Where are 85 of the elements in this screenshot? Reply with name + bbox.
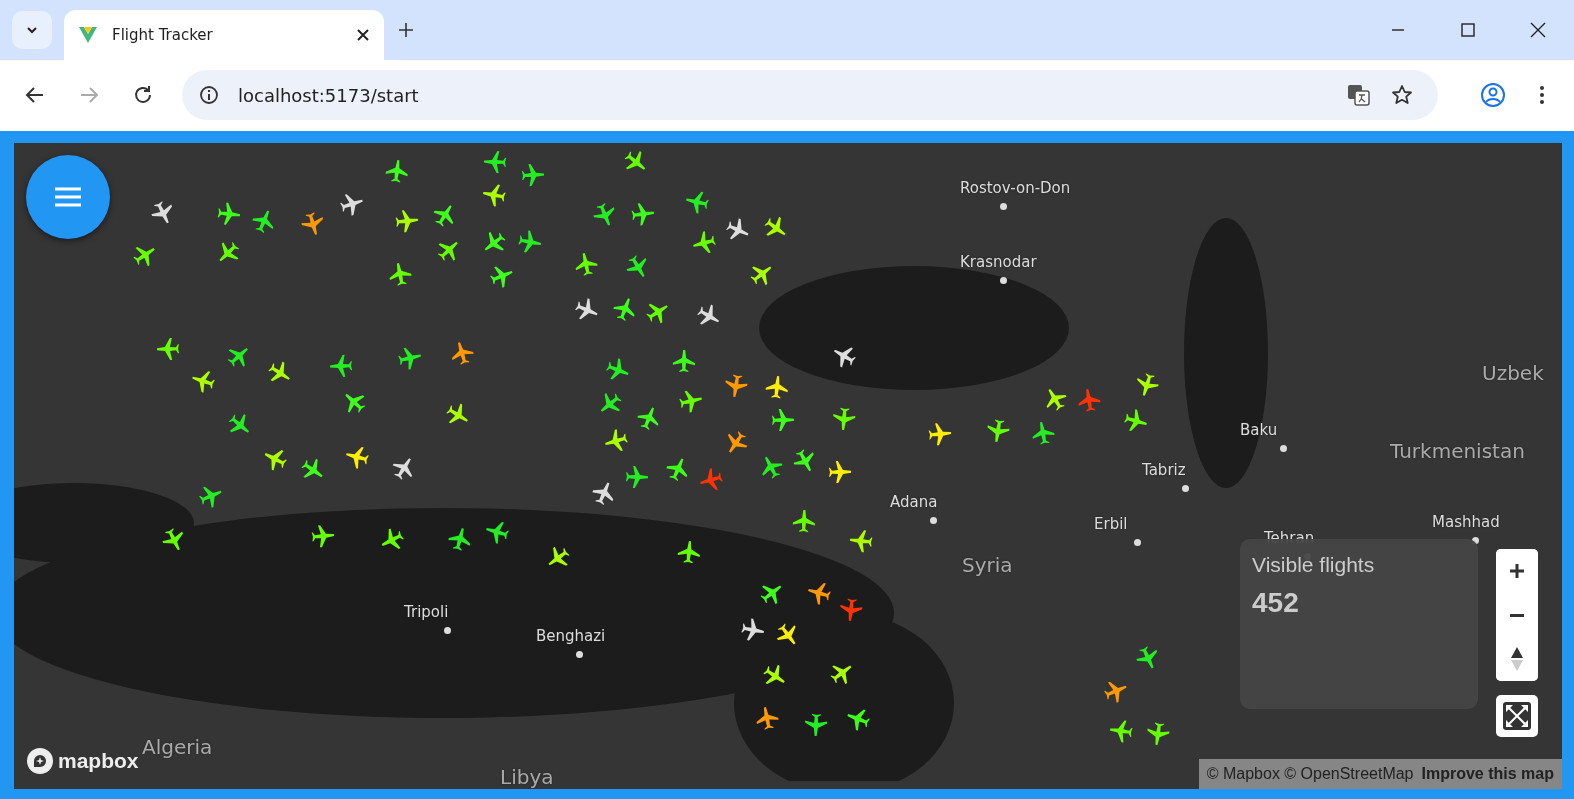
country-label: Algeria: [142, 735, 213, 759]
city-label: Tabriz: [1142, 461, 1186, 479]
airplane-icon[interactable]: [446, 525, 473, 552]
flight-count: 452: [1252, 587, 1299, 619]
attribution-text: © Mapbox © OpenStreetMap: [1206, 765, 1414, 783]
city-label: Krasnodar: [960, 253, 1037, 271]
airplane-icon[interactable]: [830, 406, 857, 433]
minus-icon: [1510, 613, 1524, 617]
airplane-icon[interactable]: [483, 519, 510, 546]
airplane-icon[interactable]: [517, 228, 544, 255]
airplane-icon[interactable]: [519, 161, 546, 188]
city-label: Baku: [1240, 421, 1278, 439]
airplane-icon[interactable]: [624, 464, 651, 491]
city-label: Tehran: [1264, 529, 1315, 547]
airplane-icon[interactable]: [309, 522, 336, 549]
airplane-icon[interactable]: [671, 348, 698, 375]
airplane-icon[interactable]: [327, 352, 354, 379]
airplane-icon[interactable]: [383, 157, 410, 184]
plus-icon: [1508, 562, 1526, 580]
country-label: Turkmenistan: [1390, 439, 1525, 463]
airplane-icon[interactable]: [763, 374, 790, 401]
url-text: localhost:5173/start: [238, 84, 419, 106]
airplane-icon[interactable]: [769, 407, 796, 434]
airplane-icon[interactable]: [985, 418, 1012, 444]
airplane-icon[interactable]: [1123, 407, 1150, 434]
airplane-icon[interactable]: [215, 201, 242, 228]
airplane-icon[interactable]: [344, 444, 371, 471]
airplane-icon[interactable]: [387, 260, 413, 287]
more-menu-icon[interactable]: [1538, 84, 1546, 106]
city-marker-icon: [1000, 277, 1007, 284]
browser-tab[interactable]: Flight Tracker: [64, 10, 384, 60]
airplane-icon[interactable]: [826, 459, 853, 486]
airplane-icon[interactable]: [803, 711, 830, 738]
star-icon[interactable]: [1390, 83, 1414, 107]
city-marker-icon: [576, 651, 583, 658]
country-label: Libya: [500, 765, 554, 789]
airplane-icon[interactable]: [573, 251, 600, 277]
close-icon[interactable]: [1530, 22, 1546, 38]
city-marker-icon: [1182, 485, 1189, 492]
address-bar[interactable]: localhost:5173/start: [182, 70, 1438, 120]
airplane-icon[interactable]: [678, 388, 705, 414]
profile-icon[interactable]: [1480, 82, 1506, 108]
compass-icon: [1510, 646, 1524, 672]
city-marker-icon: [444, 627, 451, 634]
city-label: Rostov-on-Don: [960, 179, 1071, 197]
airplane-icon[interactable]: [393, 207, 420, 234]
fullscreen-icon: [1502, 701, 1532, 731]
city-label: Mashhad: [1432, 513, 1500, 531]
panel-title: Visible flights: [1252, 553, 1375, 577]
city-label: Benghazi: [536, 627, 606, 645]
country-label: Syria: [962, 553, 1013, 577]
airplane-icon[interactable]: [449, 340, 476, 367]
city-marker-icon: [1134, 539, 1141, 546]
city-marker-icon: [1280, 445, 1287, 452]
airplane-icon[interactable]: [683, 189, 710, 215]
maximize-icon[interactable]: [1460, 22, 1476, 38]
airplane-icon[interactable]: [630, 201, 657, 228]
translate-icon[interactable]: [1346, 82, 1372, 108]
city-label: Tripoli: [404, 603, 449, 621]
city-label: Erbil: [1094, 515, 1128, 533]
city-marker-icon: [930, 517, 937, 524]
mapbox-logo-text: mapbox: [58, 749, 139, 773]
reload-icon[interactable]: [132, 84, 154, 106]
airplane-icon[interactable]: [154, 335, 181, 362]
fullscreen-button[interactable]: [1496, 695, 1538, 737]
airplane-icon[interactable]: [480, 182, 507, 209]
mapbox-logo-icon: [26, 747, 54, 775]
country-label: Uzbek: [1482, 361, 1544, 385]
info-icon[interactable]: [198, 84, 220, 106]
tab-title: Flight Tracker: [112, 26, 214, 44]
airplane-icon[interactable]: [740, 616, 766, 643]
airplane-icon[interactable]: [1108, 718, 1135, 745]
airplane-icon[interactable]: [1144, 720, 1171, 747]
menu-icon: [53, 186, 83, 208]
airplane-icon[interactable]: [481, 149, 508, 175]
close-icon[interactable]: [356, 28, 370, 42]
new-tab-icon[interactable]: [398, 22, 414, 38]
airplane-icon[interactable]: [790, 507, 817, 534]
improve-map-link[interactable]: Improve this map: [1421, 765, 1554, 783]
city-marker-icon: [1000, 203, 1007, 210]
airplane-icon[interactable]: [926, 420, 953, 447]
city-label: Adana: [890, 493, 938, 511]
airplane-icon[interactable]: [805, 580, 832, 606]
airplane-icon[interactable]: [847, 528, 874, 555]
airplane-icon[interactable]: [675, 538, 702, 565]
